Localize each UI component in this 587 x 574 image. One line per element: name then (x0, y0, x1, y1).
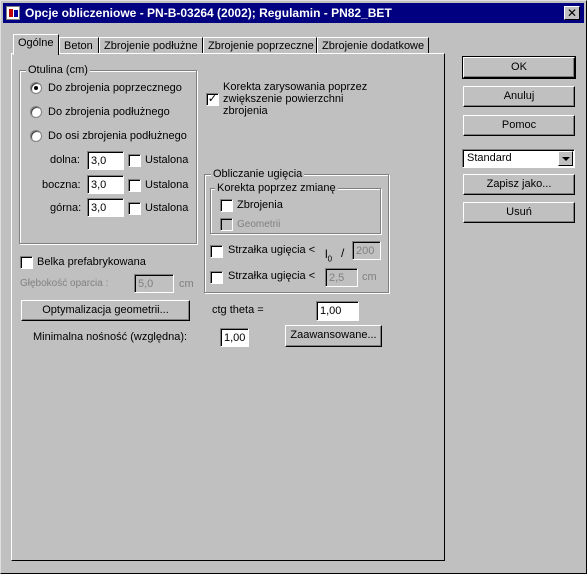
gorna-label: górna: (50, 202, 82, 214)
strzalka-ratio-input[interactable]: 200 (352, 241, 381, 260)
boczna-ustalona-checkbox[interactable] (128, 179, 141, 192)
radio-label-osi: Do osi zbrojenia podłużnego (48, 130, 187, 142)
ctg-theta-label: ctg theta = (212, 304, 264, 316)
korekta-label-line1: Korekta zarysowania poprzez (223, 81, 368, 93)
window-title: Opcje obliczeniowe - PN-B-03264 (2002); … (25, 6, 392, 20)
gorna-ustalona-label: Ustalona (145, 202, 189, 214)
radio-label-podluzne: Do zbrojenia podłużnego (48, 106, 170, 118)
zbrojenia-checkbox[interactable] (220, 199, 233, 212)
ratio-slash: / (341, 246, 345, 260)
dolna-input[interactable]: 3,0 (87, 151, 124, 170)
pomoc-button[interactable]: Pomoc (463, 115, 575, 136)
standard-select-value: Standard (467, 152, 512, 164)
l0-subscript: 0 (327, 254, 333, 264)
boczna-input[interactable]: 3,0 (87, 175, 124, 194)
strzalka-ratio-checkbox[interactable] (210, 245, 223, 258)
app-icon (6, 6, 20, 20)
chevron-down-icon[interactable] (558, 151, 573, 166)
strzalka-ratio-label: Strzałka ugięcia < (228, 244, 316, 256)
l0-symbol: l0 (325, 247, 332, 263)
geometrii-checkbox[interactable] (220, 218, 233, 231)
optymalizacja-geometrii-button[interactable]: Optymalizacja geometrii... (21, 300, 190, 321)
radio-do-zbrojenia-podluznego[interactable] (30, 106, 42, 118)
dolna-label: dolna: (50, 154, 80, 166)
title-bar: Opcje obliczeniowe - PN-B-03264 (2002); … (3, 3, 584, 23)
glebokosc-unit: cm (179, 278, 194, 290)
strzalka-cm-checkbox[interactable] (210, 271, 223, 284)
belka-prefabrykowana-checkbox[interactable] (20, 256, 33, 269)
dialog-window: Opcje obliczeniowe - PN-B-03264 (2002); … (0, 0, 587, 574)
gorna-ustalona-checkbox[interactable] (128, 202, 141, 215)
dolna-ustalona-label: Ustalona (145, 154, 189, 166)
boczna-ustalona-label: Ustalona (145, 179, 189, 191)
radio-do-zbrojenia-poprzecznego[interactable] (30, 82, 42, 94)
dolna-ustalona-checkbox[interactable] (128, 154, 141, 167)
radio-do-osi-zbrojenia[interactable] (30, 130, 42, 142)
korekta-zmiana-group: Korekta poprzez zmianę (210, 182, 381, 234)
standard-select[interactable]: Standard (462, 149, 575, 168)
strzalka-cm-unit: cm (362, 271, 377, 283)
korekta-label-line2: zwiększenie powierzchni (223, 93, 344, 105)
strzalka-cm-label: Strzałka ugięcia < (228, 270, 316, 282)
korekta-zmiana-title: Korekta poprzez zmianę (215, 182, 338, 194)
strzalka-cm-input[interactable]: 2,5 (325, 268, 358, 287)
korekta-zarysowania-checkbox[interactable]: ✓ (206, 93, 219, 106)
belka-prefabrykowana-label: Belka prefabrykowana (37, 256, 146, 268)
ok-button[interactable]: OK (462, 56, 576, 79)
close-button[interactable]: ✕ (564, 6, 580, 20)
otulina-group-title: Otulina (cm) (26, 64, 90, 76)
zapisz-jako-button[interactable]: Zapisz jako... (463, 174, 575, 195)
gorna-input[interactable]: 3,0 (87, 198, 124, 217)
ctg-theta-input[interactable]: 1,00 (316, 301, 359, 321)
glebokosc-oparcia-input[interactable]: 5,0 (134, 274, 174, 293)
minimalna-nosnosc-input[interactable]: 1,00 (220, 328, 249, 347)
zaawansowane-button[interactable]: Zaawansowane... (285, 325, 382, 347)
tab-ogolne[interactable]: Ogólne (13, 34, 59, 55)
zbrojenia-label: Zbrojenia (237, 199, 283, 211)
boczna-label: boczna: (42, 179, 81, 191)
minimalna-nosnosc-label: Minimalna nośność (względna): (33, 331, 188, 343)
glebokosc-oparcia-label: Głębokość oparcia : (20, 278, 109, 289)
anuluj-button[interactable]: Anuluj (463, 86, 575, 107)
geometrii-label: Geometrii (237, 219, 281, 230)
usun-button[interactable]: Usuń (463, 202, 575, 223)
obliczanie-ugiecia-title: Obliczanie ugięcia (211, 168, 305, 180)
radio-label-poprzeczne: Do zbrojenia poprzecznego (48, 82, 182, 94)
korekta-label-line3: zbrojenia (223, 105, 268, 117)
